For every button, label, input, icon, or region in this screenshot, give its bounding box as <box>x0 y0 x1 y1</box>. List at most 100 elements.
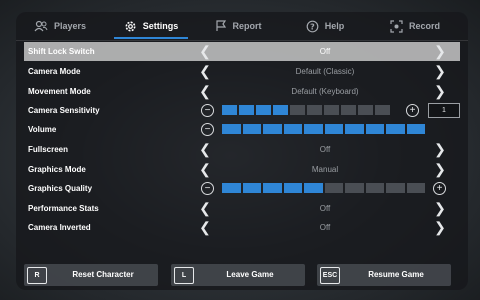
setting-value: Manual <box>311 165 339 174</box>
slider-segment[interactable] <box>386 124 405 134</box>
chevron-left-icon[interactable]: ❮ <box>198 162 212 177</box>
help-icon: ? <box>306 20 319 33</box>
button-label: Resume Game <box>368 270 424 279</box>
tab-help[interactable]: ? Help <box>284 12 366 40</box>
slider-segment[interactable] <box>222 105 237 115</box>
setting-row-shift-lock[interactable]: Shift Lock Switch ❮ Off ❯ <box>24 42 460 61</box>
slider-segment[interactable] <box>365 183 384 193</box>
tab-report[interactable]: Report <box>198 12 278 40</box>
setting-label: Graphics Mode <box>28 165 86 174</box>
slider-segment[interactable] <box>283 183 302 193</box>
gear-icon <box>124 20 137 33</box>
key-hint: ESC <box>320 267 340 284</box>
chevron-right-icon[interactable]: ❯ <box>433 142 447 157</box>
slider-segment[interactable] <box>273 105 288 115</box>
setting-value: Default (Classic) <box>295 67 355 76</box>
slider-segment[interactable] <box>406 124 425 134</box>
tab-record[interactable]: Record <box>372 12 458 40</box>
chevron-left-icon[interactable]: ❮ <box>198 84 212 99</box>
resume-game-button[interactable]: ESC Resume Game <box>317 264 451 286</box>
setting-value: Off <box>319 47 331 56</box>
slider-segment[interactable] <box>341 105 356 115</box>
chevron-left-icon[interactable]: ❮ <box>198 44 212 59</box>
setting-label: Graphics Quality <box>28 184 93 193</box>
setting-row-camera-sensitivity[interactable]: Camera Sensitivity − + 1 <box>24 101 460 120</box>
slider-segment[interactable] <box>386 183 405 193</box>
slider-segment[interactable] <box>365 124 384 134</box>
slider-segment[interactable] <box>304 183 323 193</box>
sensitivity-value-input[interactable]: 1 <box>428 103 460 118</box>
setting-label: Performance Stats <box>28 204 99 213</box>
slider-segment[interactable] <box>345 124 364 134</box>
minus-icon[interactable]: − <box>201 182 214 195</box>
slider-segment[interactable] <box>242 124 261 134</box>
setting-label: Movement Mode <box>28 87 91 96</box>
chevron-right-icon[interactable]: ❯ <box>433 84 447 99</box>
slider-segment[interactable] <box>324 124 343 134</box>
setting-label: Camera Mode <box>28 67 81 76</box>
slider-segment[interactable] <box>263 124 282 134</box>
tab-divider <box>16 40 468 41</box>
slider-segment[interactable] <box>222 124 241 134</box>
slider-segment[interactable] <box>222 183 241 193</box>
leave-game-button[interactable]: L Leave Game <box>171 264 305 286</box>
plus-icon[interactable]: + <box>433 182 446 195</box>
setting-label: Shift Lock Switch <box>28 47 95 56</box>
slider-segment[interactable] <box>324 183 343 193</box>
tab-settings[interactable]: Settings <box>108 12 194 40</box>
chevron-left-icon[interactable]: ❮ <box>198 142 212 157</box>
setting-label: Camera Inverted <box>28 223 91 232</box>
setting-value: Off <box>319 204 331 213</box>
menu-tabs: Players Settings Report ? Help Record <box>16 12 468 40</box>
chevron-right-icon[interactable]: ❯ <box>433 201 447 216</box>
chevron-left-icon[interactable]: ❮ <box>198 64 212 79</box>
button-label: Leave Game <box>226 270 274 279</box>
setting-row-graphics-quality[interactable]: Graphics Quality − + <box>24 179 460 198</box>
minus-icon[interactable]: − <box>201 104 214 117</box>
slider-segment[interactable] <box>307 105 322 115</box>
tab-report-label: Report <box>232 21 262 31</box>
plus-icon[interactable]: + <box>406 104 419 117</box>
setting-row-fullscreen[interactable]: Fullscreen ❮ Off ❯ <box>24 140 460 159</box>
chevron-left-icon[interactable]: ❮ <box>198 201 212 216</box>
tab-settings-label: Settings <box>142 21 179 31</box>
tab-help-label: Help <box>324 21 345 31</box>
slider-segment[interactable] <box>324 105 339 115</box>
setting-row-camera-mode[interactable]: Camera Mode ❮ Default (Classic) ❯ <box>24 62 460 81</box>
slider-segment[interactable] <box>239 105 254 115</box>
setting-row-movement-mode[interactable]: Movement Mode ❮ Default (Keyboard) ❯ <box>24 82 460 101</box>
setting-row-volume[interactable]: Volume − <box>24 120 460 139</box>
setting-value: Default (Keyboard) <box>291 87 359 96</box>
tab-players[interactable]: Players <box>18 12 102 40</box>
chevron-right-icon[interactable]: ❯ <box>433 64 447 79</box>
slider-segment[interactable] <box>283 124 302 134</box>
chevron-right-icon[interactable]: ❯ <box>433 162 447 177</box>
slider-segment[interactable] <box>406 183 425 193</box>
setting-label: Fullscreen <box>28 145 69 154</box>
slider-segment[interactable] <box>242 183 261 193</box>
slider-segment[interactable] <box>304 124 323 134</box>
setting-row-performance-stats[interactable]: Performance Stats ❮ Off ❯ <box>24 199 460 218</box>
minus-icon[interactable]: − <box>201 123 214 136</box>
setting-row-graphics-mode[interactable]: Graphics Mode ❮ Manual ❯ <box>24 160 460 179</box>
slider-segment[interactable] <box>290 105 305 115</box>
flag-icon <box>215 20 227 32</box>
chevron-right-icon[interactable]: ❯ <box>433 44 447 59</box>
slider-segment[interactable] <box>345 183 364 193</box>
button-label: Reset Character <box>72 270 134 279</box>
chevron-right-icon[interactable]: ❯ <box>433 220 447 235</box>
key-hint: R <box>27 267 47 284</box>
slider-segment[interactable] <box>375 105 390 115</box>
slider-segment[interactable] <box>263 183 282 193</box>
tab-record-label: Record <box>408 21 440 31</box>
slider-segment[interactable] <box>256 105 271 115</box>
slider-segment[interactable] <box>358 105 373 115</box>
setting-value: Off <box>319 223 331 232</box>
chevron-left-icon[interactable]: ❮ <box>198 220 212 235</box>
settings-menu-panel: Players Settings Report ? Help Record Sh… <box>16 12 468 290</box>
setting-label: Camera Sensitivity <box>28 106 100 115</box>
record-icon <box>390 19 403 33</box>
reset-character-button[interactable]: R Reset Character <box>24 264 158 286</box>
svg-text:?: ? <box>310 22 315 31</box>
setting-row-camera-inverted[interactable]: Camera Inverted ❮ Off ❯ <box>24 218 460 237</box>
